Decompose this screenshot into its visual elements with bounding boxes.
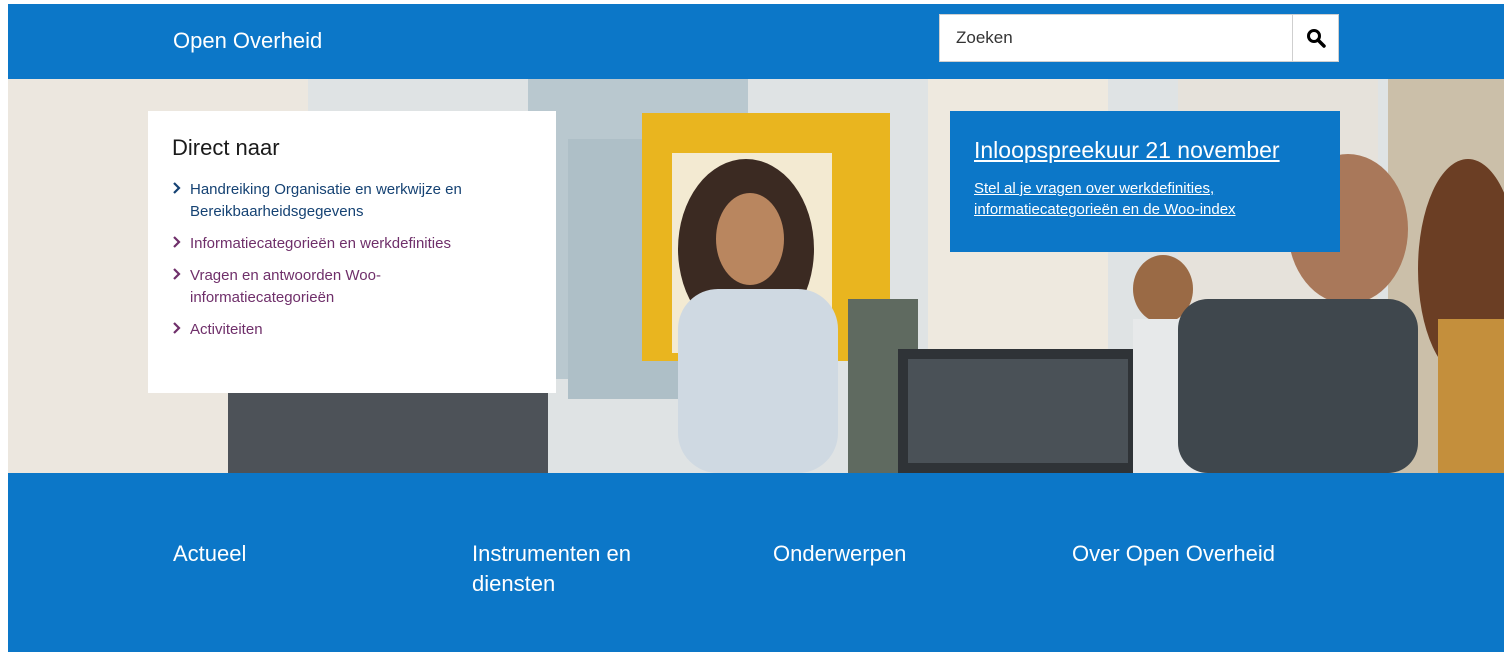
footer-link-instrumenten[interactable]: Instrumenten en diensten <box>472 539 672 599</box>
page: Open Overheid Zoeken Direct naar Handrei… <box>8 4 1504 652</box>
chevron-right-icon <box>172 319 190 339</box>
chevron-right-icon <box>172 265 190 285</box>
direct-naar-panel: Direct naar Handreiking Organisatie en w… <box>148 111 556 393</box>
search-form <box>939 14 1339 62</box>
direct-link-activiteiten[interactable]: Activiteiten <box>190 319 263 341</box>
direct-naar-title: Direct naar <box>172 135 280 160</box>
direct-link-informatiecategorieen[interactable]: Informatiecategorieën en werkdefinities <box>190 233 451 255</box>
direct-naar-list: Handreiking Organisatie en werkwijze en … <box>172 179 532 341</box>
list-item: Vragen en antwoorden Woo-informatiecateg… <box>172 265 532 309</box>
list-item: Informatiecategorieën en werkdefinities <box>172 233 532 255</box>
site-header: Open Overheid <box>8 4 1504 79</box>
search-icon <box>1306 29 1326 48</box>
direct-link-handreiking[interactable]: Handreiking Organisatie en werkwijze en … <box>190 179 532 223</box>
hero-banner: Direct naar Handreiking Organisatie en w… <box>8 79 1504 473</box>
site-title[interactable]: Open Overheid <box>173 28 322 54</box>
list-item: Handreiking Organisatie en werkwijze en … <box>172 179 532 223</box>
search-input[interactable] <box>939 14 1292 62</box>
footer-link-over[interactable]: Over Open Overheid <box>1072 539 1275 569</box>
chevron-right-icon <box>172 233 190 253</box>
direct-link-vragen-antwoorden[interactable]: Vragen en antwoorden Woo-informatiecateg… <box>190 265 430 309</box>
list-item: Activiteiten <box>172 319 532 341</box>
promo-panel: Inloopspreekuur 21 november Stel al je v… <box>950 111 1340 252</box>
promo-title-link[interactable]: Inloopspreekuur 21 november <box>974 137 1316 164</box>
footer-nav: Actueel Instrumenten en diensten Onderwe… <box>8 473 1504 652</box>
search-button[interactable] <box>1292 14 1339 62</box>
chevron-right-icon <box>172 179 190 199</box>
footer-link-onderwerpen[interactable]: Onderwerpen <box>773 539 906 569</box>
promo-text-link[interactable]: Stel al je vragen over werkdefinities, i… <box>974 178 1316 220</box>
footer-link-actueel[interactable]: Actueel <box>173 539 246 569</box>
